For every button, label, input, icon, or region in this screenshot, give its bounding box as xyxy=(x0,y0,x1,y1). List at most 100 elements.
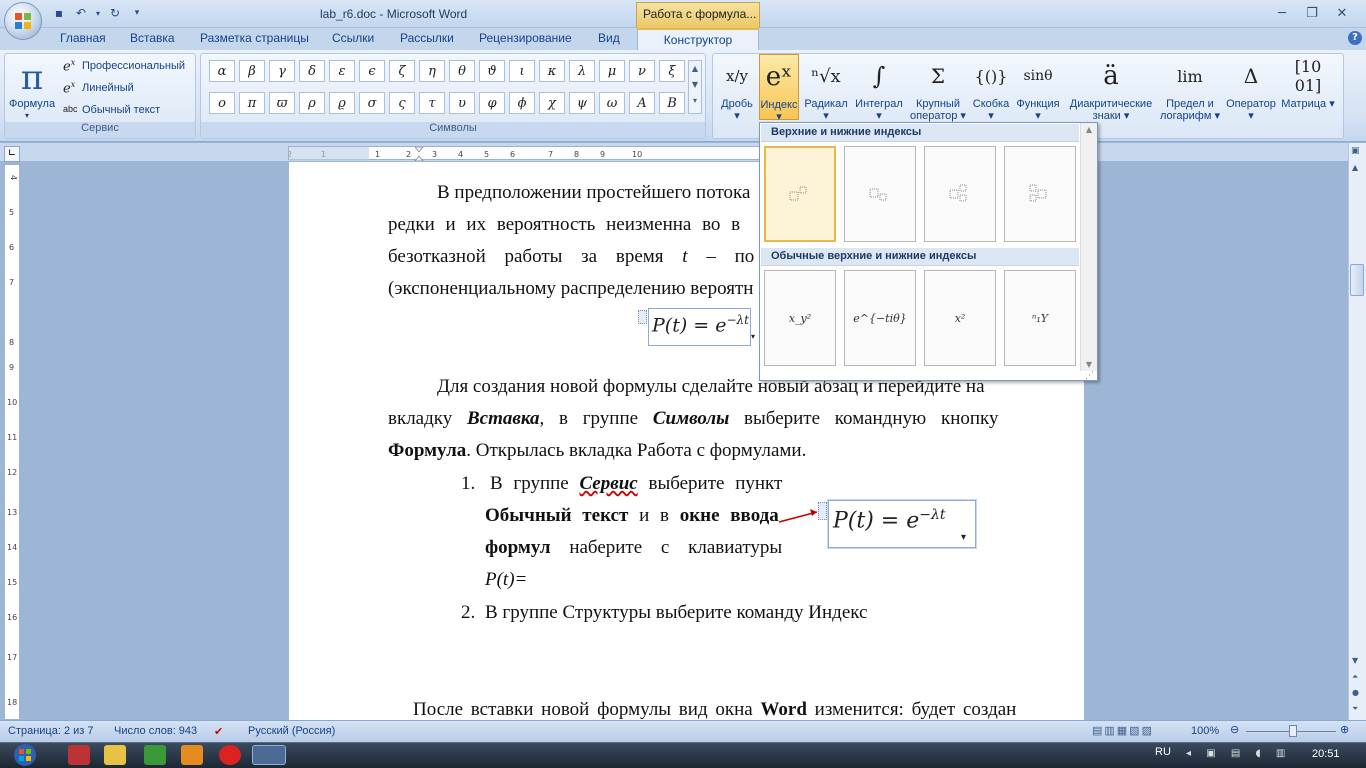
structure-button-10[interactable]: [10 01] Матрица ▾ xyxy=(1281,54,1335,124)
prev-page-icon[interactable]: ⏶ xyxy=(1352,672,1358,682)
gallery-subscript[interactable] xyxy=(844,146,916,242)
redo-icon[interactable]: ↻ xyxy=(106,4,124,22)
symbol-button[interactable]: γ xyxy=(269,60,295,82)
gallery-common-1[interactable]: x_y² xyxy=(764,270,836,366)
eq-handle-icon[interactable] xyxy=(638,310,647,324)
symbol-button[interactable]: μ xyxy=(599,60,625,82)
gallery-left-sub-superscript[interactable] xyxy=(1004,146,1076,242)
symbol-button[interactable]: ϖ xyxy=(269,92,295,114)
zoom-out-icon[interactable]: ⊖ xyxy=(1230,723,1239,736)
tab-insert[interactable]: Вставка xyxy=(130,31,175,45)
vertical-scrollbar[interactable] xyxy=(1348,143,1366,720)
symbol-button[interactable]: ς xyxy=(389,92,415,114)
symbol-button[interactable]: κ xyxy=(539,60,565,82)
symbol-button[interactable]: τ xyxy=(419,92,445,114)
symbol-button[interactable]: ξ xyxy=(659,60,685,82)
view-buttons-icon[interactable]: ▤▥▦▧▨ xyxy=(1092,724,1154,737)
horizontal-ruler[interactable]: 2112345678910 xyxy=(287,146,798,162)
symbol-button[interactable]: Α xyxy=(629,92,655,114)
symbol-button[interactable]: λ xyxy=(569,60,595,82)
word-taskbar-icon[interactable] xyxy=(252,745,286,765)
zoom-thumb[interactable] xyxy=(1289,725,1297,737)
tab-references[interactable]: Ссылки xyxy=(332,31,374,45)
app-green-icon[interactable] xyxy=(144,745,166,765)
next-page-icon[interactable]: ⏷ xyxy=(1352,704,1358,714)
structure-button-7[interactable]: ä Диакритические знаки ▾ xyxy=(1065,54,1157,124)
eq2-handle-icon[interactable] xyxy=(818,502,827,520)
tray-icons[interactable]: ◂ ▣ ▤ ◖ ▥ xyxy=(1186,748,1291,759)
symbol-button[interactable]: ω xyxy=(599,92,625,114)
tab-design[interactable]: Конструктор xyxy=(637,28,759,51)
linear-button[interactable]: Линейный xyxy=(82,82,134,94)
explorer-icon[interactable] xyxy=(104,745,126,765)
tab-home[interactable]: Главная xyxy=(60,31,106,45)
gallery-scroll-down-icon[interactable]: ▼ xyxy=(1081,360,1097,369)
close-icon[interactable]: ✕ xyxy=(1330,4,1354,22)
gallery-resize-grip-icon[interactable]: ⋰ xyxy=(1085,371,1094,381)
symbol-button[interactable]: σ xyxy=(359,92,385,114)
structure-button-8[interactable]: lim Предел и логарифм ▾ xyxy=(1159,54,1221,124)
symbol-button[interactable]: ϱ xyxy=(329,92,355,114)
undo-icon[interactable]: ↶ xyxy=(72,4,90,22)
symbol-button[interactable]: Β xyxy=(659,92,685,114)
symbol-button[interactable]: ε xyxy=(329,60,355,82)
tab-page-layout[interactable]: Разметка страницы xyxy=(200,31,309,45)
media-player-icon[interactable] xyxy=(181,745,203,765)
structure-button-6[interactable]: sinθ Функция ▾ xyxy=(1013,54,1063,124)
structure-button-5[interactable]: {()} Скобка ▾ xyxy=(971,54,1011,124)
word-count[interactable]: Число слов: 943 xyxy=(114,725,197,737)
symbol-button[interactable]: ρ xyxy=(299,92,325,114)
undo-dropdown-icon[interactable]: ▾ xyxy=(94,4,102,22)
ruler-toggle-icon[interactable]: ▣ xyxy=(1351,146,1360,156)
symbol-button[interactable]: ν xyxy=(629,60,655,82)
symbol-button[interactable]: ϵ xyxy=(359,60,385,82)
scroll-down-icon[interactable]: ▼ xyxy=(1352,656,1358,665)
restore-icon[interactable]: ❐ xyxy=(1300,4,1324,22)
symbol-button[interactable]: ϑ xyxy=(479,60,505,82)
equation-1[interactable]: P(t) = e−λt xyxy=(648,308,751,346)
structure-button-1[interactable]: eˣ Индекс ▾ xyxy=(759,54,799,123)
plain-text-button[interactable]: Обычный текст xyxy=(82,104,160,116)
symbol-button[interactable]: η xyxy=(419,60,445,82)
tab-view[interactable]: Вид xyxy=(598,31,620,45)
tab-mailings[interactable]: Рассылки xyxy=(400,31,454,45)
symbol-button[interactable]: φ xyxy=(479,92,505,114)
gallery-sub-superscript[interactable] xyxy=(924,146,996,242)
symbol-button[interactable]: α xyxy=(209,60,235,82)
tab-review[interactable]: Рецензирование xyxy=(479,31,572,45)
scroll-thumb[interactable] xyxy=(1350,264,1364,296)
gallery-common-4[interactable]: ⁿ₁Y xyxy=(1004,270,1076,366)
language-status[interactable]: Русский (Россия) xyxy=(248,725,335,737)
opera-icon[interactable] xyxy=(219,745,241,765)
help-icon[interactable]: ? xyxy=(1348,31,1362,45)
structure-button-4[interactable]: Σ Крупный оператор ▾ xyxy=(907,54,969,124)
browse-object-icon[interactable]: ● xyxy=(1352,688,1359,697)
symbol-button[interactable]: χ xyxy=(539,92,565,114)
symbol-button[interactable]: θ xyxy=(449,60,475,82)
structure-button-3[interactable]: ∫ Интеграл ▾ xyxy=(853,54,905,124)
gallery-superscript[interactable] xyxy=(764,146,836,242)
structure-button-2[interactable]: ⁿ√x Радикал ▾ xyxy=(801,54,851,124)
pi-formula-icon[interactable]: π xyxy=(13,58,51,98)
office-button[interactable] xyxy=(4,2,42,40)
gallery-scroll-up-icon[interactable]: ▲ xyxy=(1081,123,1097,134)
zoom-in-icon[interactable]: ⊕ xyxy=(1340,723,1349,736)
eq2-dropdown-icon[interactable]: ▾ xyxy=(961,532,966,543)
clock[interactable]: 20:51 xyxy=(1312,748,1340,760)
save-icon[interactable]: ▪ xyxy=(50,4,68,22)
structure-button-0[interactable]: x/y Дробь ▾ xyxy=(717,54,757,124)
input-language[interactable]: RU xyxy=(1155,746,1171,758)
tab-selector-icon[interactable]: ∟ xyxy=(4,146,20,162)
formula-dropdown-icon[interactable]: ▾ xyxy=(25,111,29,120)
symbol-button[interactable]: ζ xyxy=(389,60,415,82)
index-gallery[interactable]: Верхние и нижние индексы Обычные верхние… xyxy=(759,122,1098,381)
symbol-button[interactable]: υ xyxy=(449,92,475,114)
symbol-button[interactable]: ϕ xyxy=(509,92,535,114)
proofing-icon[interactable]: ✔ xyxy=(214,725,223,738)
formula-button[interactable]: Формула xyxy=(9,98,55,110)
gallery-common-2[interactable]: e^{−tiθ} xyxy=(844,270,916,366)
symbols-scroll[interactable]: ▲ ▼ ▾ xyxy=(688,60,702,114)
symbol-button[interactable]: π xyxy=(239,92,265,114)
scroll-up-icon[interactable]: ▲ xyxy=(1352,163,1358,172)
taskbar-app-icon[interactable] xyxy=(68,745,90,765)
